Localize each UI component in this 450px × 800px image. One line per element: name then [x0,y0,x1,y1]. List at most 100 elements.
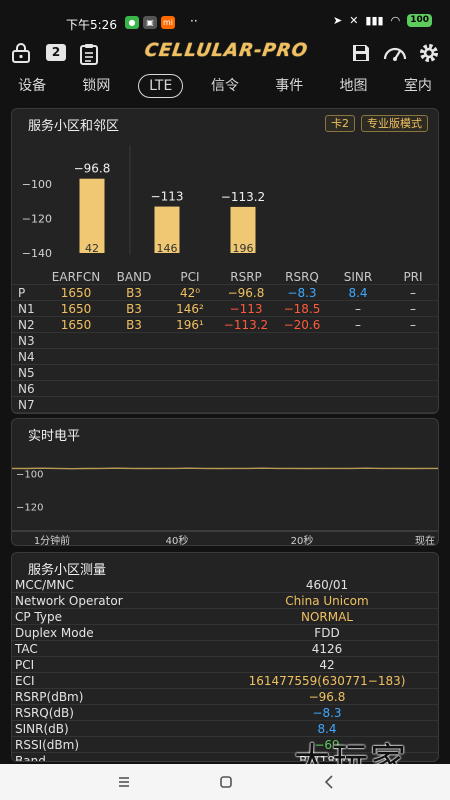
panel-title: 实时电平 [28,429,81,444]
column-header: EARFCN [51,270,101,284]
lock-icon[interactable] [10,42,32,64]
tab-5[interactable]: 地图 [321,72,385,102]
cell-band [106,365,162,380]
cell-rsrp [218,381,274,396]
cell-band [106,397,162,412]
tab-1[interactable]: 锁网 [64,72,128,102]
bar-category-label: 146 [157,242,178,255]
panel-title: 服务小区测量 [28,563,107,578]
y-tick-label: −120 [22,213,52,226]
cell-table-header: EARFCN BAND PCI RSRP RSRQ SINR PRI [12,269,438,285]
bar-value-label: −113 [151,190,184,204]
tab-4[interactable]: 事件 [257,72,321,102]
cell-sinr [330,333,386,348]
cell-sinr: 8.4 [348,286,368,300]
table-row: N7 [12,397,438,413]
cell-pri [386,349,438,364]
table-row: N4 [12,349,438,365]
cell-earfcn [46,333,106,348]
tab-3[interactable]: 信令 [193,72,257,102]
measurement-key: TAC [15,642,38,656]
speedometer-icon[interactable] [382,42,408,64]
measurement-row: RSRP(dBm) −96.8 [12,689,438,705]
status-more-dots: ·· [190,14,198,28]
cell-label: N3 [18,334,35,348]
measurement-key: PCI [15,658,35,672]
sim-badge[interactable]: 卡2 [325,115,355,132]
tab-0[interactable]: 设备 [0,72,64,102]
measurement-value: NORMAL [300,610,353,624]
cell-pri: – [410,286,416,300]
measurement-value: 42 [319,658,335,672]
signal-icon: ▮▮▮ [365,14,384,27]
cell-band: B3 [126,302,142,316]
cell-label: N4 [18,350,35,364]
save-icon[interactable] [350,42,372,64]
cell-earfcn [46,349,106,364]
tab-label: 室内 [403,78,432,94]
status-time: 下午5:26 [66,18,117,32]
measurement-key: RSSI(dBm) [15,738,80,752]
cell-rsrq: −8.3 [287,286,317,300]
cell-sinr: – [355,318,361,332]
realtime-level-panel: 实时电平 −100 −120 1分钟前 40秒 20秒 现在 [11,418,439,546]
pro-mode-badge[interactable]: 专业版模式 [361,115,428,132]
sim-count-badge[interactable]: 2 [46,44,66,61]
y-tick-label: −120 [16,502,43,513]
cell-pci [162,365,218,380]
column-header: PRI [403,270,423,284]
table-row: N6 [12,381,438,397]
column-header: RSRQ [285,270,319,284]
measurement-value: 4126 [311,642,343,656]
cell-pci: 196¹ [176,318,204,332]
home-icon[interactable] [218,772,234,792]
measurement-value: China Unicom [285,594,369,608]
measurement-row: RSRQ(dB) −8.3 [12,705,438,721]
wechat-icon: ● [125,16,139,29]
back-icon[interactable] [322,772,336,792]
tab-label: LTE [138,74,184,98]
cell-pri [386,381,438,396]
tab-6[interactable]: 室内 [386,72,450,102]
settings-gear-icon[interactable] [418,42,440,64]
clipboard-icon[interactable] [78,42,100,66]
bar-category-label: 42 [85,242,99,255]
measurement-panel: 服务小区测量 MCC/MNC 460/01 Network Operator Chin… [11,552,439,762]
cell-pci [162,333,218,348]
tab-label: 事件 [275,78,304,94]
cell-label: N1 [18,302,35,316]
tab-label: 锁网 [82,78,111,94]
measurement-value: 161477559(630771−183) [248,674,406,688]
measurement-value: 460/01 [305,578,349,592]
column-header: BAND [116,270,152,284]
cell-band: B3 [126,318,142,332]
cell-label: N7 [18,398,35,412]
cell-pci [162,397,218,412]
cell-band [106,381,162,396]
x-tick-label: 40秒 [166,534,189,546]
column-header: PCI [180,270,200,284]
status-bar: 下午5:26 ● ▣ mi ·· ➤ ✕ ▮▮▮ ◠ 100 [0,0,450,42]
cell-earfcn [46,397,106,412]
cell-label: N6 [18,382,35,396]
measurement-row: PCI 42 [12,657,438,673]
measurement-value: −96.8 [308,690,346,704]
table-row: N3 [12,333,438,349]
column-header [12,269,46,284]
cell-band [106,333,162,348]
navigation-bar [0,764,450,800]
panel-badges: 卡2 专业版模式 [325,115,428,132]
measurement-row: CP Type NORMAL [12,609,438,625]
measurement-key: RSRP(dBm) [15,690,84,704]
cell-rsrq [274,381,330,396]
measurement-key: MCC/MNC [15,578,74,592]
cell-rsrp: −113.2 [223,318,269,332]
tab-2[interactable]: LTE [129,72,193,102]
cell-pri [386,365,438,380]
cell-sinr [330,349,386,364]
app-logo: CELLULAR-PRO [143,40,310,61]
status-app-icons: ● ▣ mi [125,16,175,29]
rsrp-bar-chart: −100 −120 −140 −96.8 42 −113 146 −113.2 196 [22,145,265,260]
cell-rsrp [218,349,274,364]
menu-icon[interactable] [117,772,131,792]
